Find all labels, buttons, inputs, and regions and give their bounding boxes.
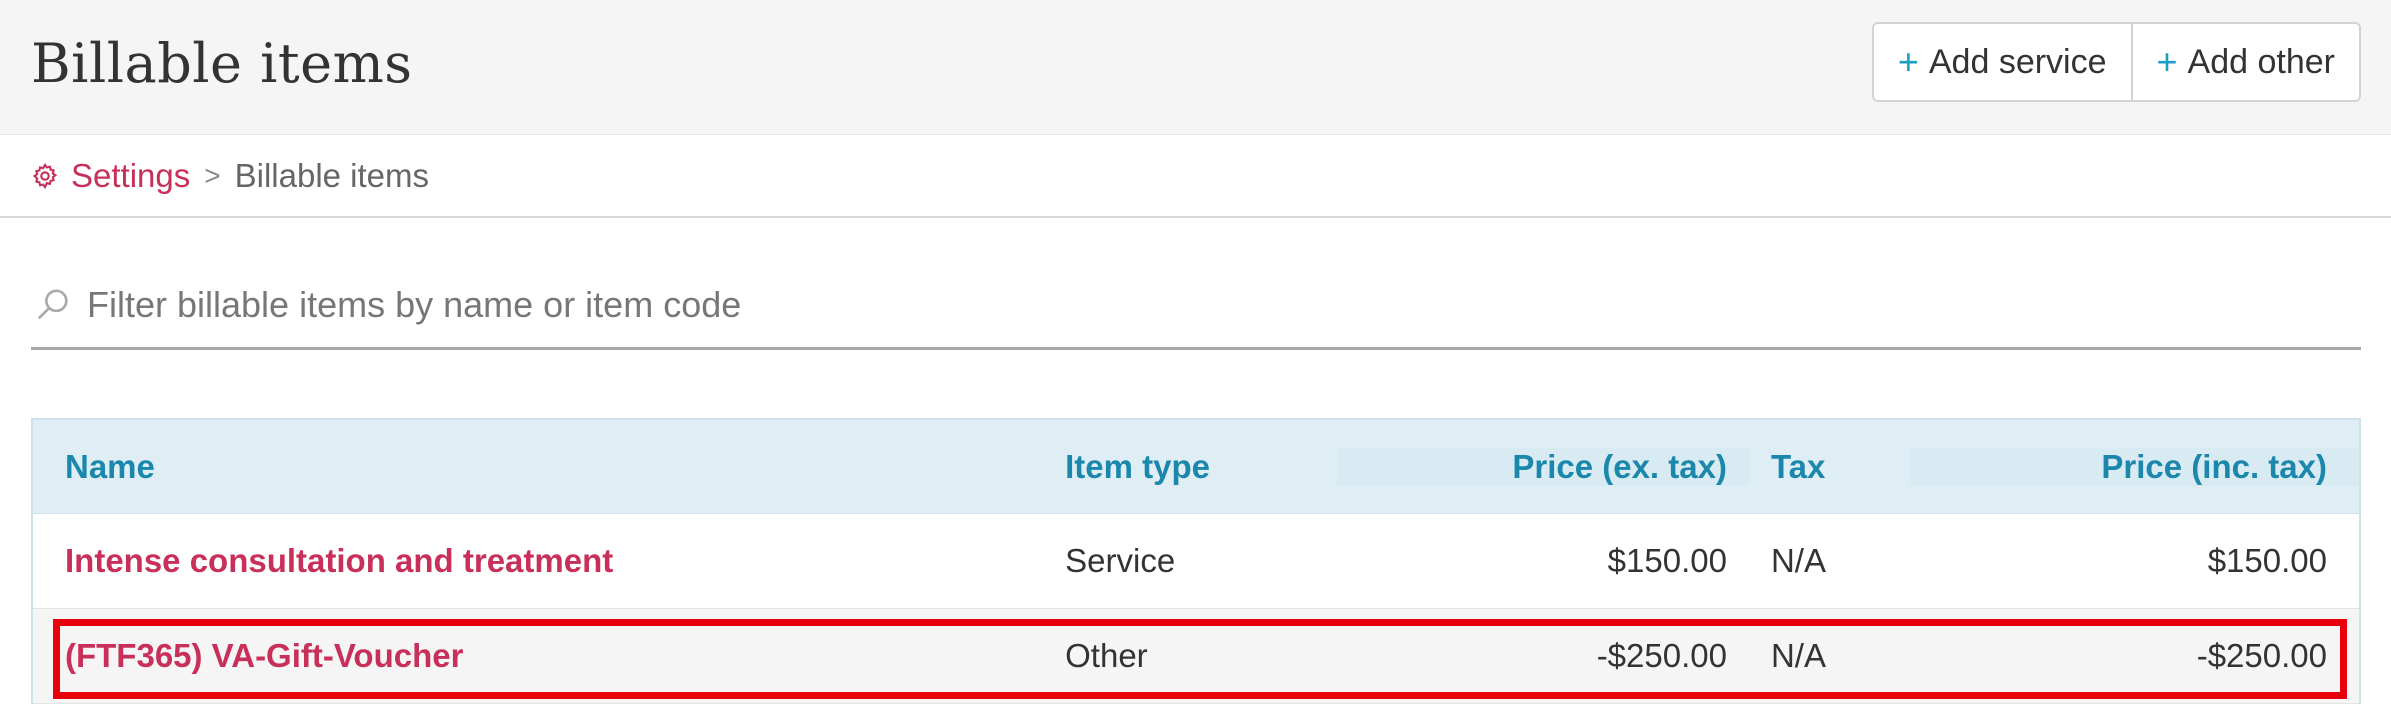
gear-icon bbox=[31, 162, 59, 190]
breadcrumb-separator: > bbox=[204, 160, 221, 191]
price-ex-tax-cell: -$250.00 bbox=[1596, 637, 1727, 674]
page-header: Billable items + Add service + Add other bbox=[0, 0, 2391, 135]
add-service-label: Add service bbox=[1928, 42, 2107, 81]
table-header-row: Name Item type Price (ex. tax) Tax Price… bbox=[33, 420, 2359, 514]
tax-cell: N/A bbox=[1770, 637, 1826, 674]
table-row[interactable]: Intense consultation and treatment Servi… bbox=[33, 514, 2359, 609]
add-other-button[interactable]: + Add other bbox=[2130, 24, 2359, 100]
table-row[interactable]: (FTF365) VA-Gift-Voucher Other -$250.00 … bbox=[33, 609, 2359, 704]
breadcrumb-current: Billable items bbox=[234, 157, 430, 194]
item-name-link[interactable]: (FTF365) VA-Gift-Voucher bbox=[65, 637, 463, 674]
page-title: Billable items bbox=[31, 32, 413, 95]
column-header-price-inc-tax[interactable]: Price (inc. tax) bbox=[1908, 447, 2359, 486]
price-ex-tax-cell: $150.00 bbox=[1607, 542, 1727, 579]
item-name-link[interactable]: Intense consultation and treatment bbox=[65, 542, 613, 579]
column-header-item-type[interactable]: Item type bbox=[1037, 448, 1337, 486]
plus-icon: + bbox=[1897, 41, 1919, 82]
billable-items-table: Name Item type Price (ex. tax) Tax Price… bbox=[31, 418, 2361, 704]
price-inc-tax-cell: $150.00 bbox=[2207, 542, 2327, 579]
price-inc-tax-cell: -$250.00 bbox=[2196, 637, 2327, 674]
column-header-name[interactable]: Name bbox=[33, 448, 1037, 486]
plus-icon: + bbox=[2156, 41, 2178, 82]
filter-bar bbox=[31, 262, 2361, 350]
item-name-cell: (FTF365) VA-Gift-Voucher bbox=[33, 637, 1037, 675]
item-type-cell: Other bbox=[1065, 637, 1148, 674]
tax-cell: N/A bbox=[1770, 542, 1826, 579]
search-icon bbox=[33, 285, 73, 325]
breadcrumb-settings-link[interactable]: Settings bbox=[71, 157, 190, 195]
column-header-price-ex-tax[interactable]: Price (ex. tax) bbox=[1336, 447, 1749, 486]
add-service-button[interactable]: + Add service bbox=[1873, 24, 2131, 100]
item-type-cell: Service bbox=[1065, 542, 1176, 579]
breadcrumb: Settings > Billable items bbox=[0, 136, 2391, 218]
add-button-group: + Add service + Add other bbox=[1871, 22, 2361, 102]
add-other-label: Add other bbox=[2187, 42, 2335, 81]
filter-input[interactable] bbox=[85, 282, 2285, 327]
item-name-cell: Intense consultation and treatment bbox=[33, 542, 1037, 580]
column-header-tax[interactable]: Tax bbox=[1749, 448, 1909, 486]
